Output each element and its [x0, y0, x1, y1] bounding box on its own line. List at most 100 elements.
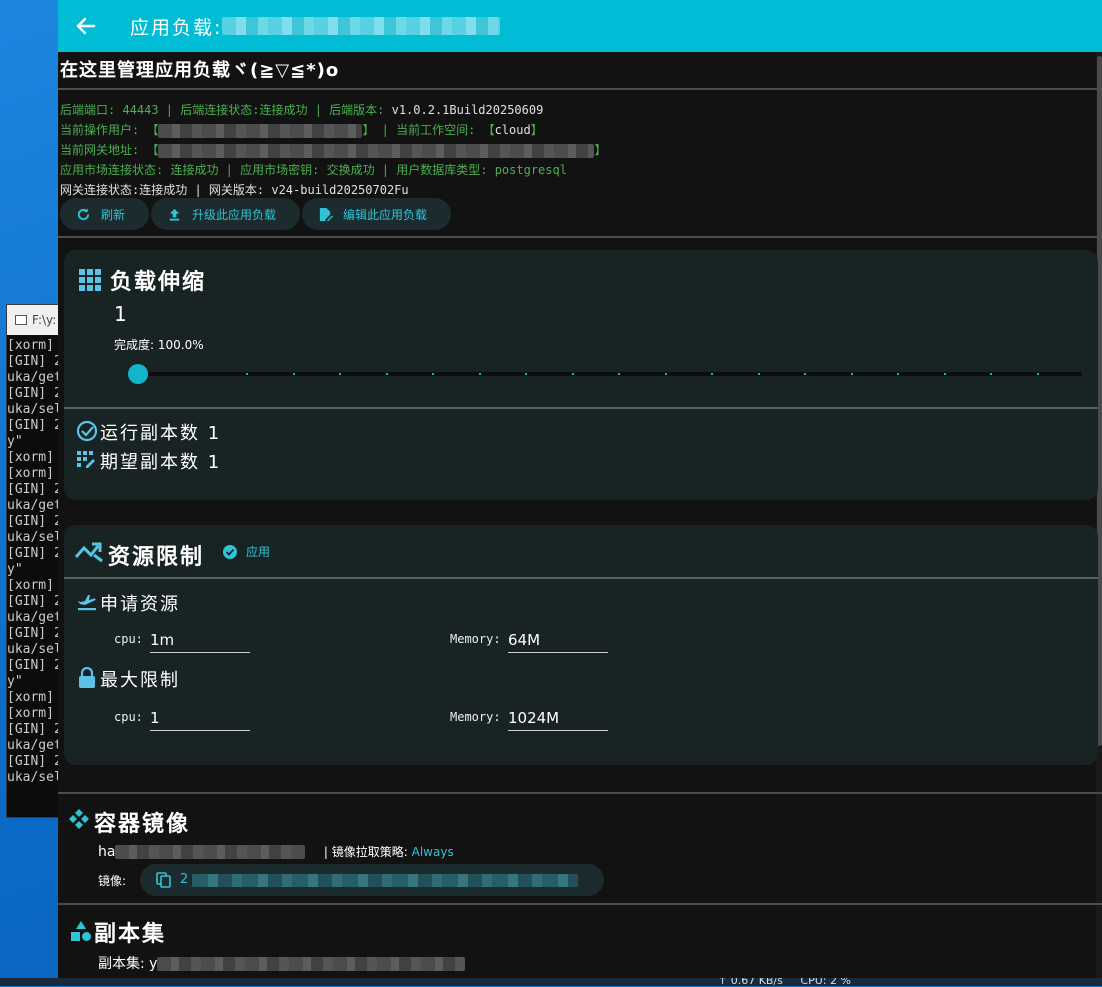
divider [58, 88, 1102, 90]
replicaset-title: 副本集 [94, 922, 167, 947]
status-info: 后端端口: 44443 | 后端连接状态:连接成功 | 后端版本: v1.0.2… [60, 100, 606, 200]
gateway-status-row: 网关连接状态:连接成功 | 网关版本: v24-build20250702Fu [60, 180, 606, 200]
slider-tick [664, 373, 667, 375]
app-bar: 应用负载: [58, 0, 1102, 52]
slider-tick [850, 373, 853, 375]
gateway-address-row: 当前网关地址: 【 】 [60, 140, 606, 160]
edit-label: 编辑此应用负载 [343, 207, 428, 222]
check-circle-icon [76, 420, 98, 442]
gateway-address-bracket: 】 [594, 143, 607, 157]
limit-memory-label: Memory: [450, 710, 501, 724]
resource-limits-card: 资源限制 应用 申请资源 cpu: 1m Memory: 64M 最大限制 cp… [64, 525, 1098, 765]
limits-title: 最大限制 [100, 670, 180, 691]
slider-tick [432, 373, 434, 375]
slider-tick [246, 373, 248, 375]
requests-title: 申请资源 [100, 594, 180, 615]
upgrade-button[interactable]: 升级此应用负载 [151, 198, 301, 230]
image-label: 镜像: [98, 874, 127, 888]
slider-tick [525, 373, 527, 375]
taskbar: ↑ 0.67 KB/s CPU: 2 % [0, 974, 1102, 987]
running-replicas: 运行副本数 1 [100, 423, 222, 444]
slider-tick [618, 373, 620, 375]
limit-memory-input[interactable]: 1024M [508, 706, 608, 731]
slider-tick [897, 373, 899, 375]
diamond-cluster-icon [69, 809, 89, 829]
refresh-label: 刷新 [101, 207, 126, 222]
apply-label: 应用 [246, 545, 271, 559]
market-row: 应用市场连接状态: 连接成功 | 应用市场密钥: 交换成功 | 用户数据库类型:… [60, 163, 567, 177]
slider-tick [1036, 373, 1039, 375]
container-name-prefix: ha [98, 844, 116, 860]
edit-button[interactable]: 编辑此应用负载 [302, 198, 452, 230]
category-shapes-icon [71, 921, 91, 941]
user-label: 当前操作用户: 【 [60, 123, 159, 137]
user-row: 当前操作用户: 【 】 | 当前工作空间: 【cloud】 [60, 120, 606, 140]
replica-count-value: 1 [114, 302, 129, 326]
replica-slider-thumb[interactable] [128, 364, 148, 384]
container-name-row: ha | 镜像拉取策略: Always [98, 843, 454, 860]
slider-tick [711, 373, 713, 375]
request-memory-input[interactable]: 64M [508, 628, 608, 653]
container-image-title: 容器镜像 [94, 812, 191, 837]
slider-tick [571, 373, 574, 375]
action-buttons: 刷新 升级此应用负载 编辑此应用负载 [60, 198, 452, 230]
replicaset-label: 副本集: y [98, 956, 158, 972]
upgrade-label: 升级此应用负载 [192, 207, 277, 222]
redacted-workload-name [222, 17, 501, 35]
redacted-image-value [192, 874, 578, 887]
refresh-button[interactable]: 刷新 [60, 198, 150, 230]
request-memory-label: Memory: [450, 632, 501, 646]
redacted-replicaset-name [157, 957, 466, 971]
scaling-card: 负载伸缩 1 完成度: 100.0% 运行副本数 1 期望副本数 1 [64, 250, 1098, 500]
console-title: F:\y: [32, 313, 57, 327]
app-title: 应用负载: [130, 16, 223, 39]
gateway-status-text: 网关连接状态:连接成功 | 网关版本: [60, 183, 272, 197]
pull-policy-label: | 镜像拉取策略: [323, 845, 412, 859]
backend-status-text: 后端端口: 44443 | 后端连接状态:连接成功 | 后端版本: [60, 103, 392, 117]
apply-button[interactable]: 应用 [222, 543, 270, 560]
divider [64, 407, 1098, 409]
workspace-label: 】 | 当前工作空间: 【 [362, 123, 495, 137]
slider-tick [943, 373, 946, 375]
edit-document-icon [319, 207, 334, 221]
redacted-container-name [115, 845, 306, 859]
desired-replicas: 期望副本数 1 [100, 452, 222, 473]
replicaset-row: 副本集: y [98, 953, 466, 973]
gateway-address-label: 当前网关地址: 【 [60, 143, 159, 157]
upload-icon [169, 208, 180, 221]
trending-icon [74, 542, 103, 563]
refresh-icon [77, 207, 90, 220]
slider-tick [292, 373, 295, 375]
request-cpu-label: cpu: [114, 632, 143, 646]
pull-policy-value: Always [411, 845, 454, 859]
slider-tick [990, 373, 992, 375]
divider [58, 236, 1102, 238]
slider-tick [478, 373, 481, 375]
resources-title: 资源限制 [108, 545, 205, 570]
divider [64, 577, 1098, 579]
progress-label: 完成度: 100.0% [114, 338, 204, 352]
request-cpu-input[interactable]: 1m [150, 628, 250, 653]
slider-tick [385, 373, 388, 375]
divider [58, 903, 1102, 905]
slider-tick [339, 373, 341, 375]
limit-cpu-input[interactable]: 1 [150, 706, 250, 731]
page-heading: 在这里管理应用负载ヾ(≧▽≦*)o [60, 60, 340, 81]
image-value-prefix: 2 [180, 872, 189, 887]
redacted-gateway-address [158, 143, 595, 158]
console-icon [15, 315, 27, 325]
backend-status-row: 后端端口: 44443 | 后端连接状态:连接成功 | 后端版本: v1.0.2… [60, 100, 606, 120]
copy-image-button[interactable]: 2 [140, 864, 604, 896]
replica-slider-track[interactable] [142, 372, 1082, 376]
lock-icon [79, 667, 95, 688]
copy-icon [156, 872, 171, 888]
redacted-user [158, 123, 363, 138]
divider [58, 792, 1102, 794]
workspace-bracket: 】 [530, 123, 543, 137]
limit-cpu-label: cpu: [114, 710, 143, 724]
flight-takeoff-icon [78, 595, 96, 611]
backend-version: v1.0.2.1Build20250609 [391, 103, 544, 117]
verified-icon [223, 544, 237, 559]
back-arrow-icon[interactable] [76, 16, 96, 36]
slider-tick [757, 373, 760, 375]
